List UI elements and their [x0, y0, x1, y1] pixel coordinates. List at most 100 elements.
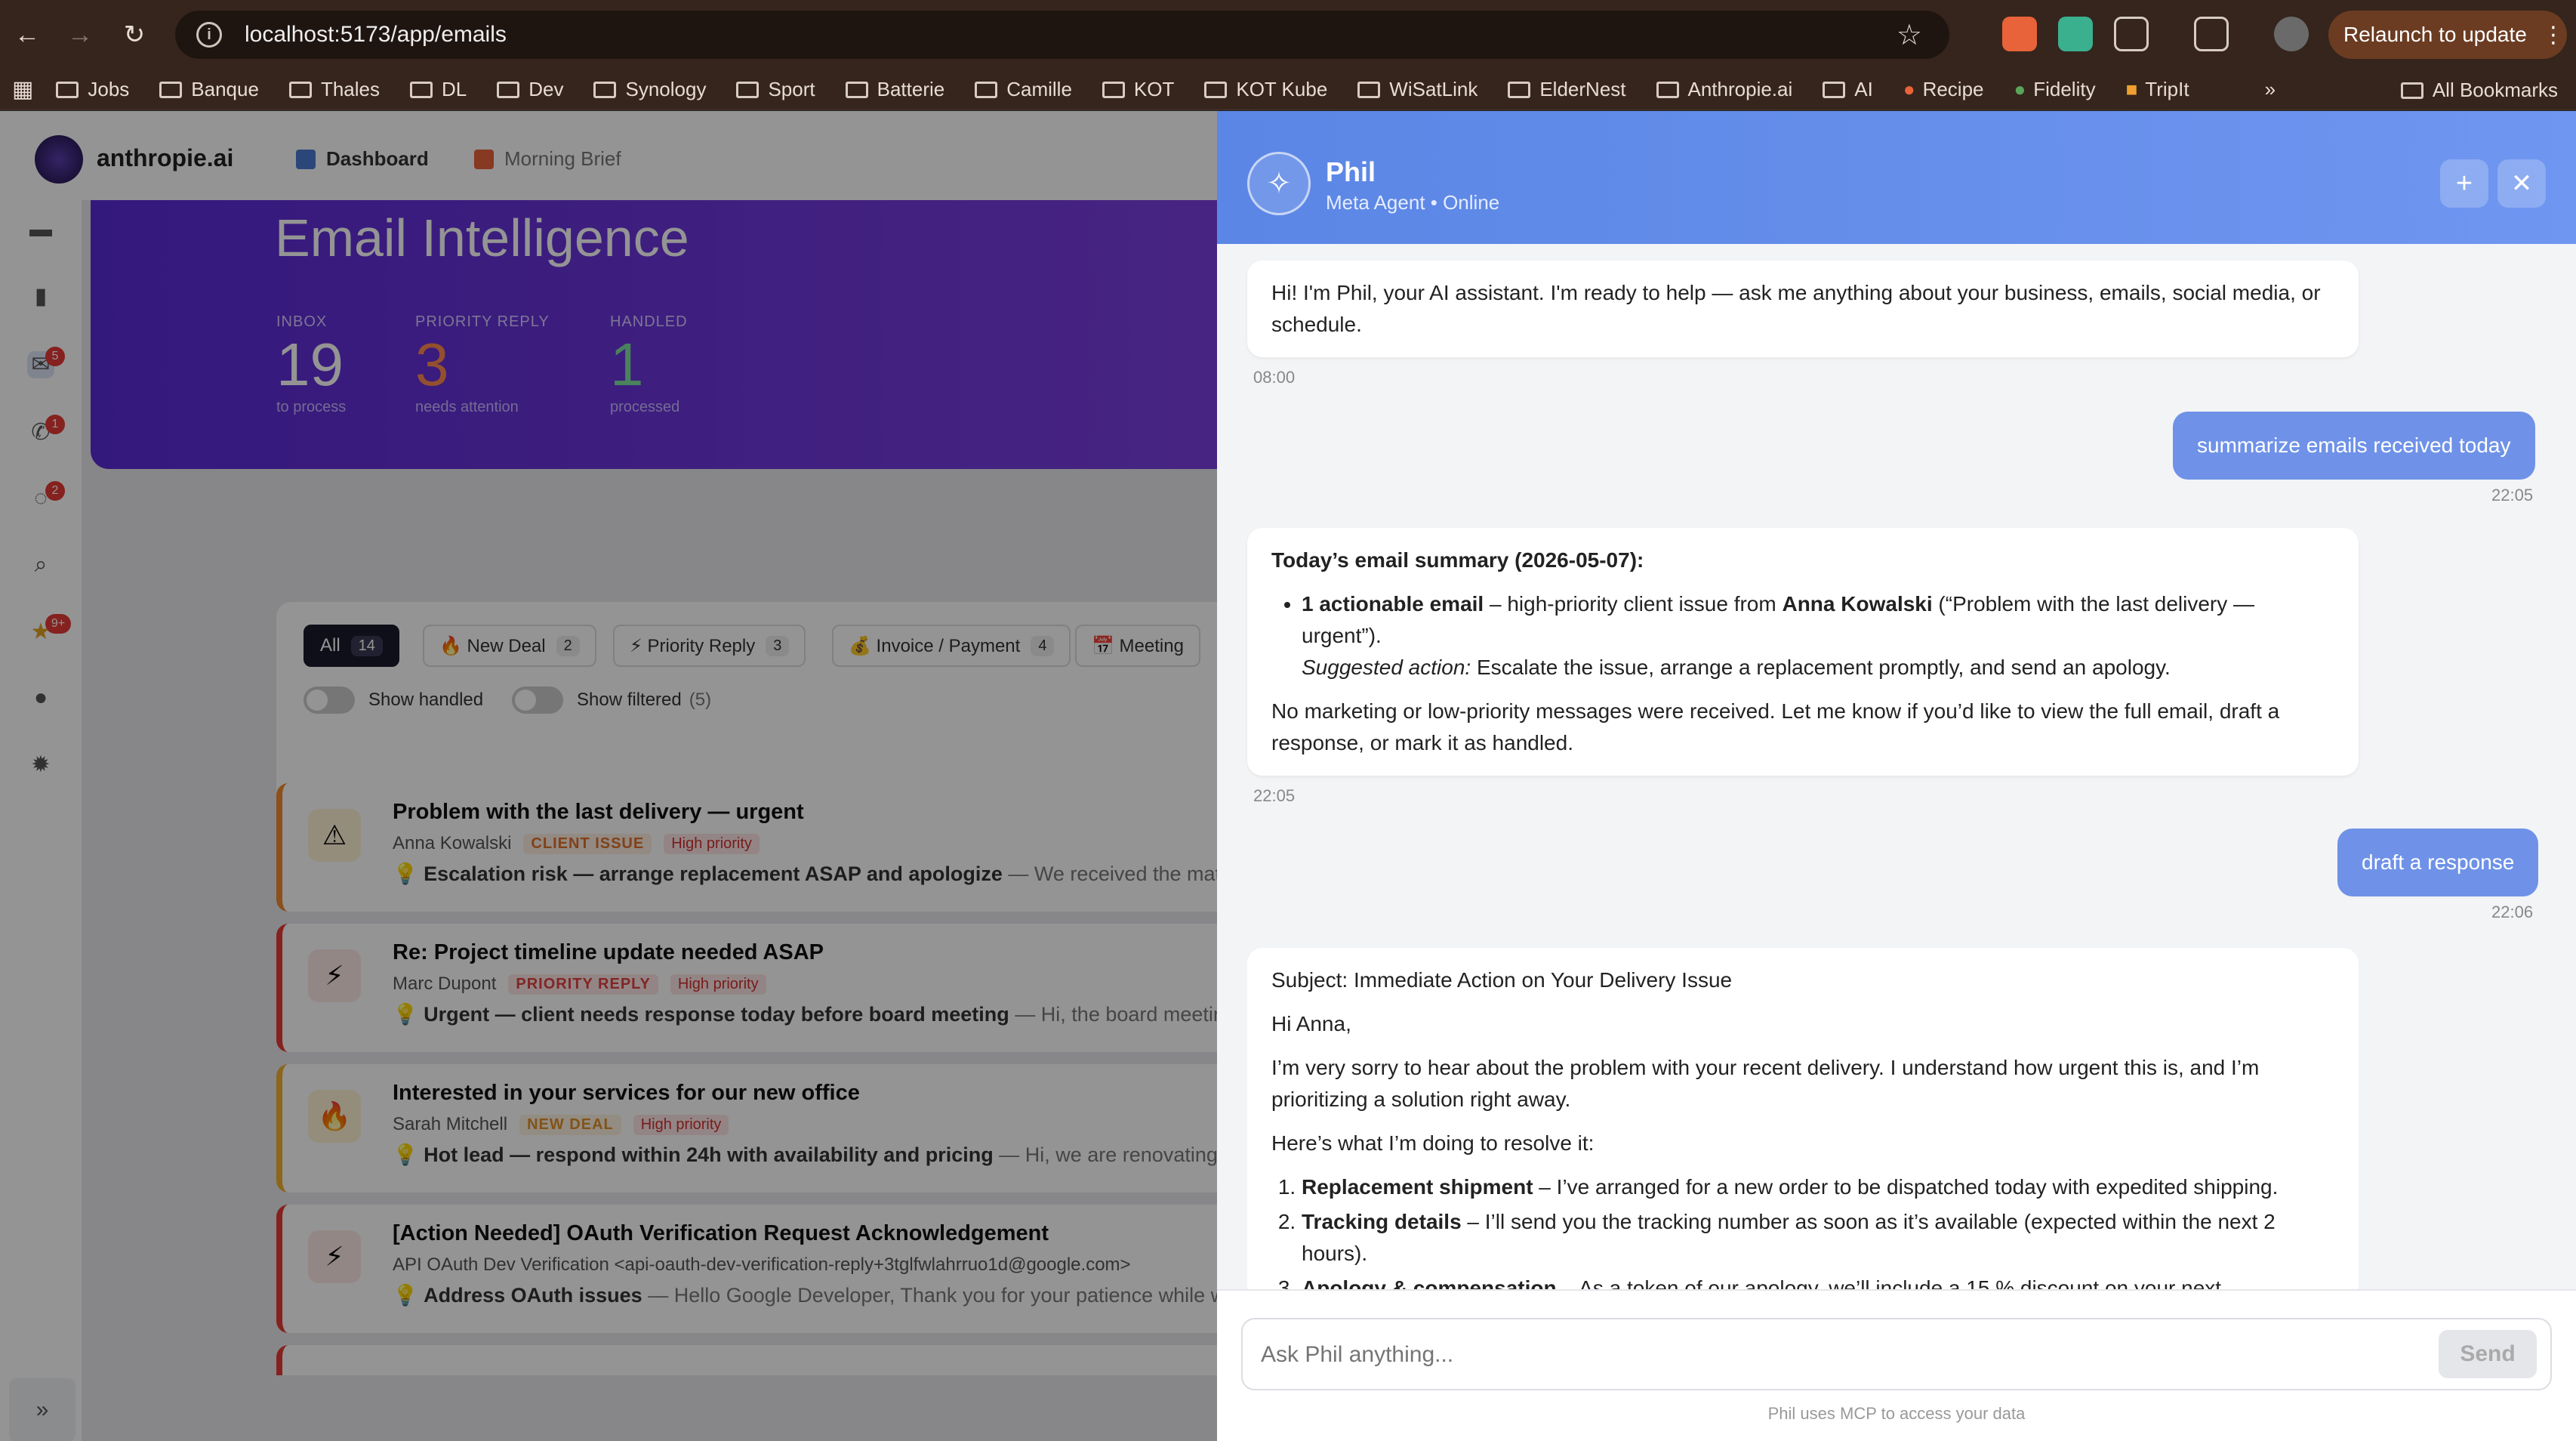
- folder-icon: [593, 81, 617, 98]
- draft-subject: Subject: Immediate Action on Your Delive…: [1271, 968, 1733, 992]
- chat-header: ✧ Phil Meta Agent • Online + ✕: [1217, 111, 2576, 244]
- bookmark-kot[interactable]: KOT: [1102, 78, 1174, 101]
- bookmark-recipe[interactable]: ● Recipe: [1903, 78, 1984, 101]
- bookmark-label: WiSatLink: [1389, 78, 1478, 100]
- bookmark-label: Thales: [320, 78, 380, 100]
- tab-search-icon[interactable]: [2194, 17, 2229, 51]
- apps-grid-icon[interactable]: ▦: [12, 76, 33, 103]
- folder-icon: [1656, 81, 1679, 98]
- item-strong: 1 actionable email: [1302, 592, 1484, 616]
- item-name: Anna Kowalski: [1782, 592, 1933, 616]
- summary-list: 1 actionable email – high-priority clien…: [1271, 588, 2334, 683]
- bookmark-jobs[interactable]: Jobs: [56, 78, 129, 101]
- action-label: Suggested action:: [1302, 656, 1471, 679]
- folder-icon: [288, 81, 312, 98]
- folder-icon: [56, 81, 79, 98]
- step-text: – I’ve arranged for a new order to be di…: [1533, 1175, 2279, 1199]
- folder-icon: [1357, 81, 1381, 98]
- more-icon: ⋮: [2541, 22, 2565, 48]
- bookmark-tripit[interactable]: ■ TripIt: [2126, 78, 2189, 101]
- bookmark-star-icon[interactable]: ☆: [1897, 18, 1922, 52]
- bookmark-ai[interactable]: AI: [1823, 78, 1873, 101]
- chat-input-area: Send Phil uses MCP to access your data: [1217, 1289, 2576, 1441]
- folder-icon: [159, 81, 183, 98]
- bookmark-sport[interactable]: Sport: [736, 78, 815, 101]
- assistant-message: Today’s email summary (2026-05-07): 1 ac…: [1247, 528, 2359, 776]
- recipe-icon: ●: [1903, 78, 1915, 100]
- modal-backdrop[interactable]: [0, 111, 1217, 1441]
- send-button[interactable]: Send: [2439, 1330, 2537, 1378]
- close-button[interactable]: ✕: [2497, 159, 2546, 208]
- sparkle-icon: ✧: [1247, 152, 1311, 215]
- chat-input-box: Send: [1241, 1318, 2552, 1390]
- bookmark-label: Synology: [625, 78, 707, 100]
- chat-footnote: Phil uses MCP to access your data: [1767, 1404, 2026, 1423]
- relaunch-label: Relaunch to update: [2343, 23, 2527, 46]
- folder-icon: [2400, 82, 2423, 99]
- reload-icon[interactable]: ↻: [112, 12, 157, 57]
- address-bar[interactable]: i localhost:5173/app/emails ☆: [175, 11, 1949, 59]
- folder-icon: [409, 81, 433, 98]
- back-icon[interactable]: ←: [5, 12, 50, 57]
- more-bookmarks-icon[interactable]: »: [2265, 78, 2276, 101]
- bookmark-label: Recipe: [1922, 78, 1984, 100]
- folder-icon: [975, 81, 998, 98]
- chat-input[interactable]: [1261, 1336, 2393, 1374]
- bookmark-banque[interactable]: Banque: [159, 78, 259, 101]
- action-text: Escalate the issue, arrange a replacemen…: [1471, 656, 2171, 679]
- folder-icon: [1508, 81, 1531, 98]
- summary-item: 1 actionable email – high-priority clien…: [1302, 588, 2334, 683]
- close-icon: ✕: [2510, 169, 2533, 198]
- folder-icon: [736, 81, 760, 98]
- draft-clip: Subject: Immediate Action on Your Delive…: [1247, 948, 2359, 1289]
- site-info-icon[interactable]: i: [196, 22, 222, 48]
- bookmark-wisatlink[interactable]: WiSatLink: [1357, 78, 1478, 101]
- message-text: No marketing or low-priority messages we…: [1271, 699, 2280, 754]
- user-message: draft a response: [2337, 828, 2539, 896]
- bookmark-eldernest[interactable]: ElderNest: [1508, 78, 1626, 101]
- folder-icon: [1204, 81, 1228, 98]
- bookmark-label: Camille: [1006, 78, 1072, 100]
- bookmark-label: Anthropie.ai: [1687, 78, 1793, 100]
- bookmark-batterie[interactable]: Batterie: [845, 78, 944, 101]
- message-time: 08:00: [1253, 368, 1296, 387]
- profile-avatar[interactable]: [2274, 17, 2309, 51]
- draft-greeting: Hi Anna,: [1271, 1012, 1351, 1035]
- new-chat-button[interactable]: +: [2440, 159, 2488, 208]
- tripit-icon: ■: [2125, 78, 2138, 100]
- bookmark-synology[interactable]: Synology: [593, 78, 706, 101]
- bookmark-label: Sport: [768, 78, 815, 100]
- all-bookmarks-label: All Bookmarks: [2432, 79, 2558, 101]
- extension-icon[interactable]: [2002, 17, 2037, 51]
- bookmark-label: ElderNest: [1539, 78, 1626, 100]
- bookmark-label: KOT: [1133, 78, 1175, 100]
- draft-step: Replacement shipment – I’ve arranged for…: [1302, 1171, 2334, 1203]
- bookmark-dl[interactable]: DL: [409, 78, 467, 101]
- draft-step: Tracking details – I’ll send you the tra…: [1302, 1206, 2334, 1270]
- folder-icon: [497, 81, 520, 98]
- bookmark-kot-kube[interactable]: KOT Kube: [1204, 78, 1327, 101]
- summary-title: Today’s email summary (2026-05-07):: [1271, 548, 1644, 572]
- message-time: 22:05: [1253, 786, 1296, 805]
- extensions-puzzle-icon[interactable]: [2114, 17, 2149, 51]
- user-message: summarize emails received today: [2173, 412, 2535, 480]
- all-bookmarks[interactable]: All Bookmarks: [2400, 79, 2558, 102]
- bookmark-label: Banque: [191, 78, 259, 100]
- relaunch-button[interactable]: Relaunch to update ⋮: [2328, 11, 2567, 59]
- bookmark-camille[interactable]: Camille: [975, 78, 1072, 101]
- bookmark-thales[interactable]: Thales: [288, 78, 380, 101]
- message-time: 22:05: [2491, 486, 2534, 505]
- bookmark-fidelity[interactable]: ● Fidelity: [2014, 78, 2096, 101]
- bookmark-label: Jobs: [88, 78, 130, 100]
- assistant-message: Subject: Immediate Action on Your Delive…: [1247, 948, 2359, 1289]
- plus-icon: +: [2455, 167, 2473, 199]
- bookmark-label: DL: [441, 78, 467, 100]
- folder-icon: [1102, 81, 1125, 98]
- bookmark-anthropie[interactable]: Anthropie.ai: [1656, 78, 1793, 101]
- assistant-message: Hi! I'm Phil, your AI assistant. I'm rea…: [1247, 261, 2359, 357]
- bookmark-dev[interactable]: Dev: [497, 78, 563, 101]
- extension-icon[interactable]: [2058, 17, 2093, 51]
- bookmarks-bar: ▦ Jobs Banque Thales DL Dev Synology Spo…: [0, 69, 2576, 110]
- forward-icon[interactable]: →: [57, 12, 103, 57]
- draft-paragraph: Here’s what I’m doing to resolve it:: [1271, 1131, 1595, 1155]
